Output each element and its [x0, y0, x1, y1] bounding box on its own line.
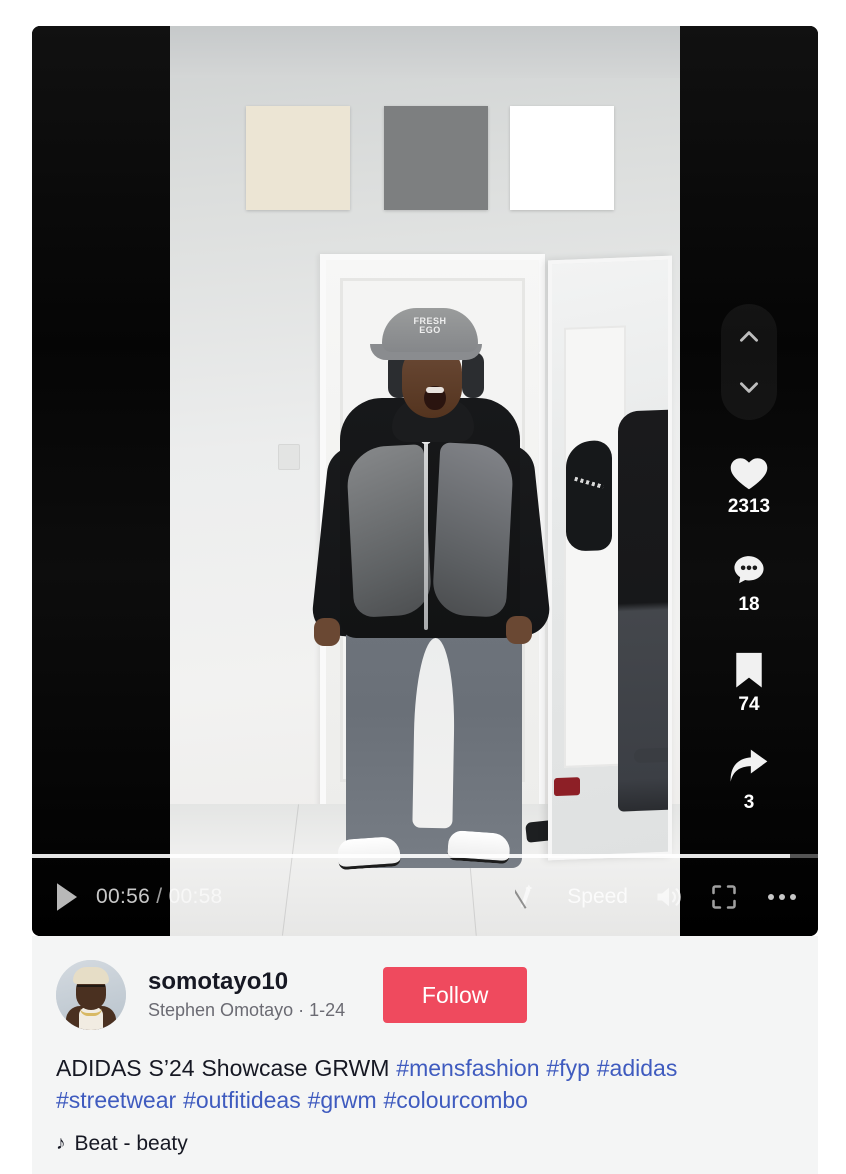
- dot-1: [768, 894, 774, 900]
- hashtag-fyp[interactable]: #fyp: [546, 1055, 589, 1081]
- time-separator: /: [156, 885, 163, 908]
- jacket-grey-panel-right: [431, 442, 515, 618]
- comment-count: 18: [738, 594, 760, 615]
- chevron-down-icon[interactable]: [736, 374, 762, 400]
- current-time: 00:56: [96, 885, 151, 908]
- letterbox-left: [32, 26, 170, 936]
- caption-text: ADIDAS S’24 Showcase GRWM: [56, 1055, 397, 1081]
- subject-mouth: [424, 386, 446, 410]
- avatar-beanie: [73, 967, 109, 984]
- share-button[interactable]: 3: [709, 746, 789, 814]
- more-options-icon[interactable]: [768, 894, 796, 900]
- video-frame[interactable]: FRESH EGO: [170, 26, 680, 936]
- jacket-zip: [424, 418, 428, 630]
- dot-2: [779, 894, 785, 900]
- display-name-and-date: Stephen Omotayo · 1-24: [148, 1000, 346, 1020]
- like-count: 2313: [727, 496, 771, 517]
- hashtag-grwm[interactable]: #grwm: [308, 1087, 377, 1113]
- comment-button[interactable]: 18: [709, 548, 789, 616]
- subject-left-hand: [314, 618, 340, 646]
- action-rail: 2313 18 74 3: [680, 26, 818, 936]
- post-caption: ADIDAS S’24 Showcase GRWM #mensfashion #…: [56, 1052, 794, 1116]
- comment-icon: [709, 548, 789, 592]
- share-count: 3: [743, 792, 755, 813]
- hashtag-colourcombo[interactable]: #colourcombo: [384, 1087, 528, 1113]
- save-count: 74: [738, 694, 760, 715]
- effects-off-icon[interactable]: [515, 882, 541, 912]
- play-icon[interactable]: [54, 880, 84, 914]
- avatar-glasses: [77, 985, 105, 991]
- cap-text: FRESH EGO: [413, 317, 446, 335]
- bookmark-icon: [709, 648, 789, 692]
- music-title: Beat - beaty: [74, 1132, 188, 1155]
- avatar[interactable]: [56, 960, 126, 1030]
- time-display: 00:56 / 00:58: [96, 885, 223, 909]
- video-subject: FRESH EGO: [170, 26, 680, 936]
- hashtag-adidas[interactable]: #adidas: [597, 1055, 678, 1081]
- heart-icon: [709, 450, 789, 494]
- subject-cap: FRESH EGO: [382, 308, 478, 352]
- creator-row: somotayo10 Stephen Omotayo · 1-24 Follow: [56, 956, 794, 1034]
- username[interactable]: somotayo10: [148, 968, 345, 996]
- video-navigation: [721, 304, 777, 420]
- hashtag-streetwear[interactable]: #streetwear: [56, 1087, 176, 1113]
- post-info: somotayo10 Stephen Omotayo · 1-24 Follow…: [32, 936, 818, 1174]
- controls-row: 00:56 / 00:58 Speed: [32, 858, 818, 936]
- subject-right-hand: [506, 616, 532, 644]
- save-button[interactable]: 74: [709, 648, 789, 716]
- hashtag-outfitideas[interactable]: #outfitideas: [183, 1087, 301, 1113]
- hashtag-mensfashion[interactable]: #mensfashion: [396, 1055, 539, 1081]
- like-button[interactable]: 2313: [709, 450, 789, 518]
- music-row[interactable]: ♪ Beat - beaty: [56, 1132, 794, 1156]
- music-note-icon: ♪: [56, 1133, 66, 1154]
- chevron-up-icon[interactable]: [736, 324, 762, 350]
- jacket-grey-panel-left: [345, 444, 433, 618]
- dot-3: [790, 894, 796, 900]
- tiktok-post-page: FRESH EGO 2313 18 74 3 00:56 / 00:58 Spe…: [0, 0, 846, 1174]
- video-player[interactable]: FRESH EGO 2313 18 74 3 00:56 / 00:58 Spe…: [32, 26, 818, 936]
- speed-button[interactable]: Speed: [567, 885, 628, 909]
- follow-button[interactable]: Follow: [383, 967, 528, 1023]
- creator-names: somotayo10 Stephen Omotayo · 1-24: [148, 968, 345, 1022]
- volume-on-icon[interactable]: [654, 883, 684, 911]
- duration: 00:58: [168, 885, 223, 908]
- video-controls: 00:56 / 00:58 Speed: [32, 854, 818, 936]
- fullscreen-icon[interactable]: [710, 883, 738, 911]
- share-icon: [709, 746, 789, 790]
- cap-text-line2: EGO: [419, 325, 441, 335]
